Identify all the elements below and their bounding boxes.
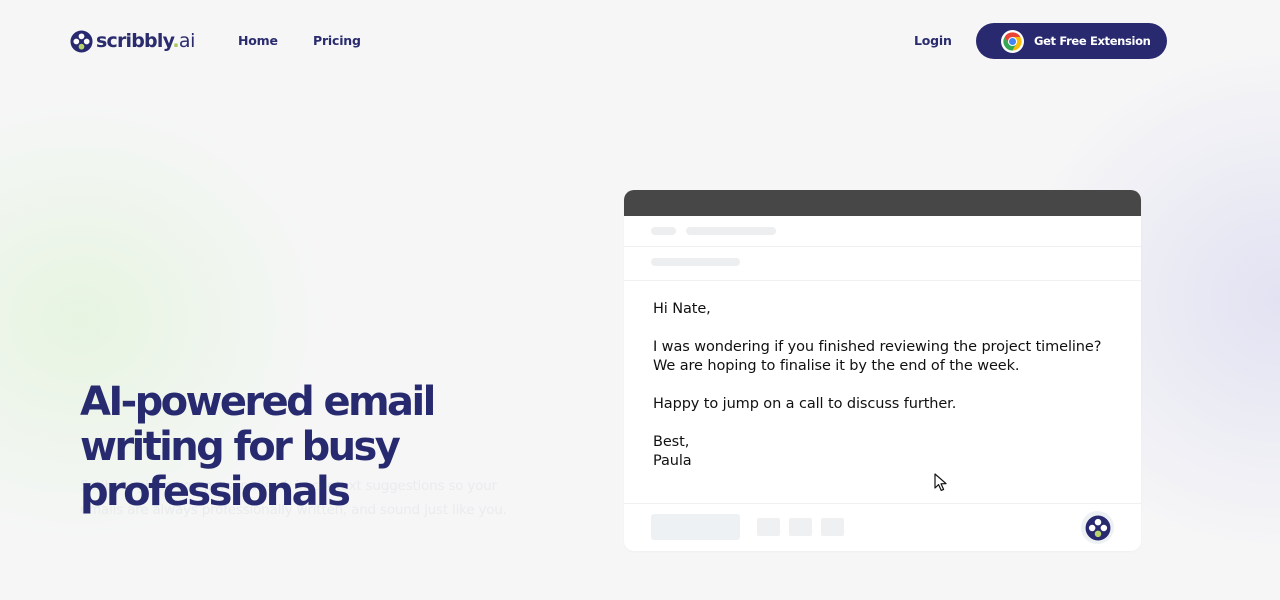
email-paragraph: Happy to jump on a call to discuss furth…	[653, 396, 957, 412]
scribbly-logo[interactable]: scribbly.ai	[70, 29, 195, 53]
scribbly-assist-button[interactable]	[1081, 511, 1114, 544]
send-button-placeholder[interactable]	[651, 514, 740, 540]
email-preview-window: Hi Nate, I was wondering if you finished…	[624, 190, 1141, 551]
email-signature: Paula	[653, 453, 692, 469]
email-signoff: Best,	[653, 434, 690, 450]
chrome-icon	[1001, 29, 1024, 53]
footer-divider	[624, 503, 1141, 504]
email-body[interactable]: Hi Nate, I was wondering if you finished…	[653, 300, 1123, 471]
subject-placeholder	[651, 258, 740, 266]
format-icon-placeholder[interactable]	[757, 518, 780, 536]
scribbly-logo-icon	[70, 29, 93, 53]
scribbly-logo-icon	[1085, 515, 1110, 540]
email-greeting: Hi Nate,	[653, 301, 711, 317]
header-divider	[624, 246, 1141, 247]
recipient-label-placeholder	[651, 227, 676, 235]
nav-home-link[interactable]: Home	[238, 32, 278, 50]
get-free-extension-button[interactable]: Get Free Extension	[976, 23, 1167, 59]
logo-name: scribbly	[96, 30, 173, 52]
subject-divider	[624, 280, 1141, 281]
nav-pricing-link[interactable]: Pricing	[313, 32, 361, 50]
hero-title: AI-powered email writing for busy profes…	[80, 379, 436, 515]
logo-suffix: ai	[178, 30, 196, 52]
attach-icon-placeholder[interactable]	[789, 518, 812, 536]
link-icon-placeholder[interactable]	[821, 518, 844, 536]
logo-wordmark: scribbly.ai	[96, 29, 195, 53]
mouse-cursor-icon	[934, 473, 947, 491]
nav-login-link[interactable]: Login	[914, 32, 952, 50]
get-free-extension-label: Get Free Extension	[1034, 34, 1151, 48]
email-paragraph: I was wondering if you finished reviewin…	[653, 339, 1102, 374]
recipient-value-placeholder	[686, 227, 776, 235]
email-window-titlebar	[624, 190, 1141, 216]
